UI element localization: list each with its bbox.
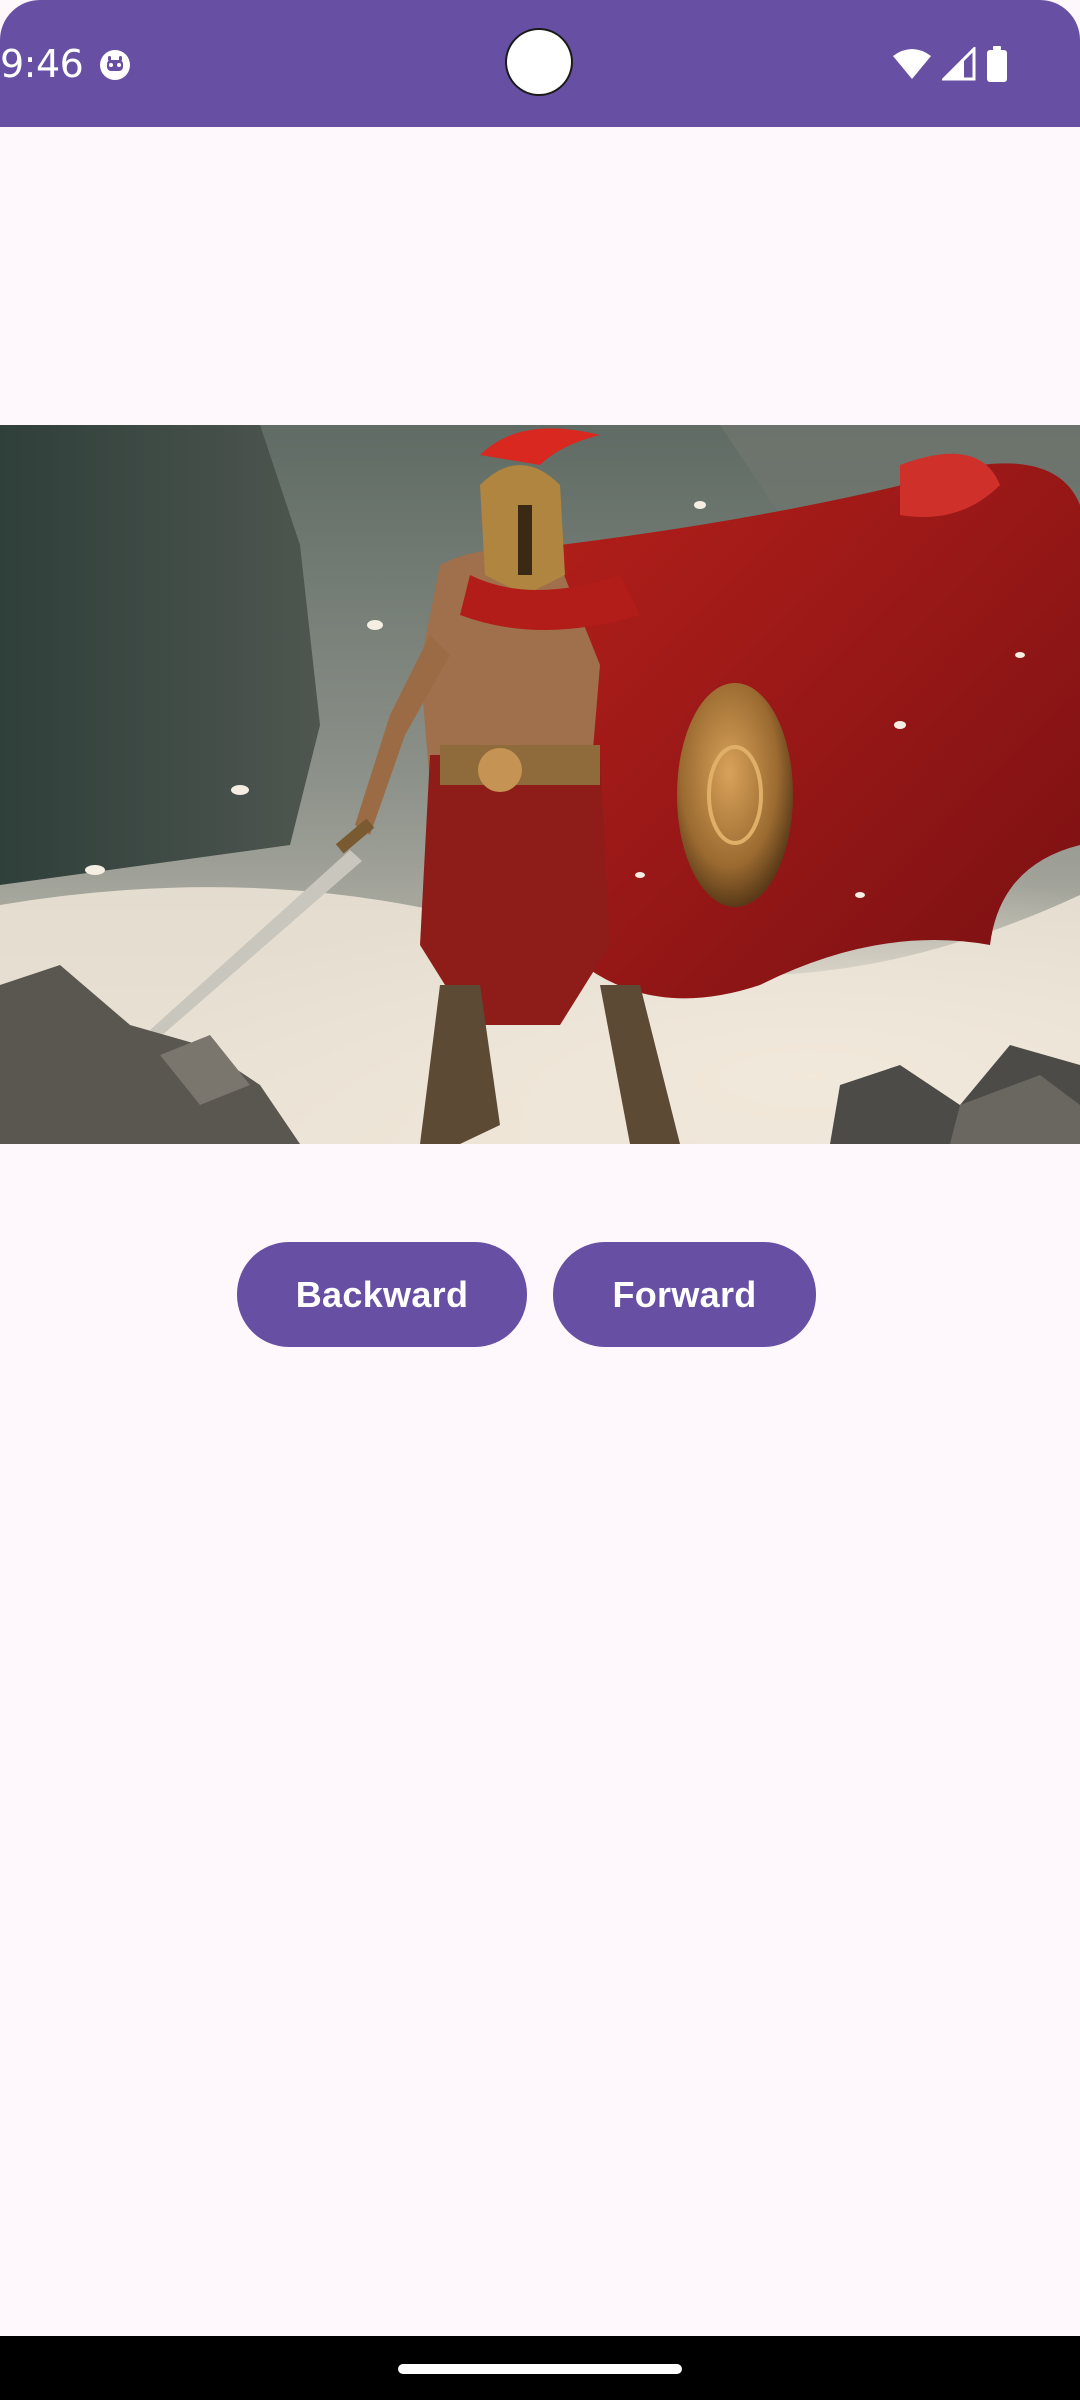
battery-icon: [986, 46, 1008, 82]
app-notification-icon: [98, 48, 132, 82]
camera-cutout: [507, 30, 571, 94]
wifi-icon: [892, 48, 932, 80]
status-time: 9:46: [0, 42, 84, 86]
cellular-signal-icon: [942, 47, 976, 81]
backward-button[interactable]: Backward: [237, 1242, 527, 1347]
warrior-artwork-image: [0, 425, 1080, 1144]
status-icons: [892, 44, 1008, 84]
home-indicator[interactable]: [398, 2364, 682, 2374]
forward-button[interactable]: Forward: [553, 1242, 816, 1347]
status-bar: 9:46: [0, 0, 1080, 127]
